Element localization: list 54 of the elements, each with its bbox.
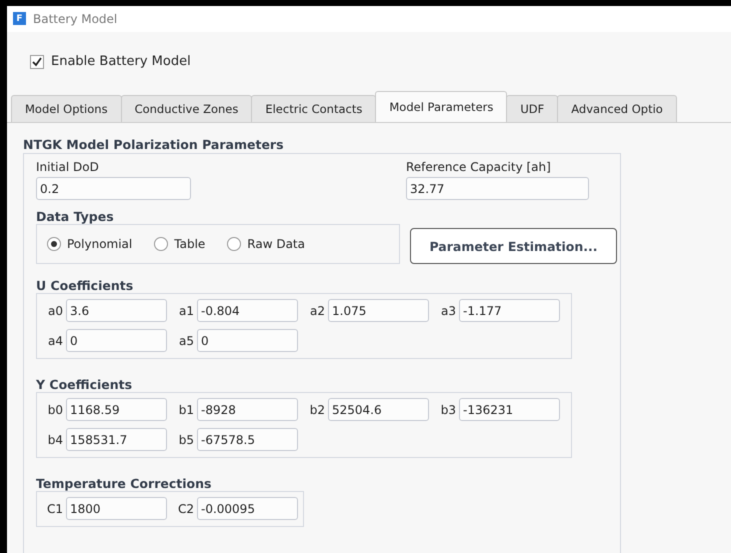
- field-label: a5: [178, 334, 194, 348]
- tab[interactable]: Advanced Optio: [557, 95, 677, 122]
- input-field[interactable]: 32.77: [406, 177, 589, 200]
- field-label: a0: [47, 304, 63, 318]
- radio-button[interactable]: [227, 237, 242, 251]
- tab[interactable]: Electric Contacts: [251, 95, 376, 122]
- group-title: Data Types: [36, 209, 115, 224]
- field-label: b5: [178, 432, 194, 446]
- tab[interactable]: Model Options: [11, 95, 122, 122]
- field-label: b4: [46, 432, 63, 446]
- app-icon: F: [13, 12, 26, 26]
- checkmark-icon: [32, 56, 42, 67]
- input-field[interactable]: 1168.59: [66, 398, 167, 421]
- radio-button[interactable]: [154, 237, 168, 251]
- input-field[interactable]: 0: [197, 329, 298, 352]
- input-field[interactable]: -1.177: [459, 299, 560, 322]
- section-title: NTGK Model Polarization Parameters: [23, 137, 285, 153]
- field-label: a3: [440, 304, 456, 318]
- input-field[interactable]: 52504.6: [328, 398, 429, 421]
- field-label: Reference Capacity [ah]: [406, 160, 552, 174]
- input-field[interactable]: 1800: [66, 497, 167, 520]
- input-field[interactable]: 158531.7: [66, 428, 167, 451]
- enable-checkbox[interactable]: [30, 54, 44, 69]
- radio-label: Table: [174, 237, 206, 251]
- radio-button[interactable]: [47, 237, 61, 251]
- input-field[interactable]: -67578.5: [197, 428, 298, 451]
- field-label: C2: [176, 502, 194, 516]
- field-label: b2: [308, 402, 325, 416]
- field-label: a4: [47, 334, 63, 348]
- field-label: b1: [178, 402, 194, 416]
- group-title: U Coefficients: [36, 278, 134, 293]
- input-field[interactable]: 1.075: [328, 299, 429, 322]
- input-field[interactable]: 0.2: [36, 177, 191, 200]
- input-field[interactable]: 3.6: [66, 299, 167, 322]
- radio-label: Polynomial: [67, 237, 132, 251]
- field-label: C1: [46, 502, 63, 516]
- tab[interactable]: Conductive Zones: [120, 95, 252, 122]
- parameter-estimation-button[interactable]: Parameter Estimation...: [410, 228, 617, 264]
- input-field[interactable]: -136231: [459, 398, 560, 421]
- radio-label: Raw Data: [247, 237, 305, 251]
- window-title: Battery Model: [33, 12, 118, 26]
- field-label: b0: [46, 402, 63, 416]
- input-field[interactable]: -8928: [197, 398, 298, 421]
- input-field[interactable]: 0: [66, 329, 167, 352]
- field-label: a1: [178, 304, 194, 318]
- field-label: Initial DoD: [36, 160, 100, 174]
- group-title: Y Coefficients: [36, 377, 134, 392]
- field-label: b3: [440, 402, 456, 416]
- input-field[interactable]: -0.804: [197, 299, 298, 322]
- input-field[interactable]: -0.00095: [197, 497, 298, 520]
- field-label: a2: [309, 304, 325, 318]
- tab[interactable]: UDF: [506, 95, 558, 122]
- group-title: Temperature Corrections: [36, 476, 212, 491]
- checkbox-label: Enable Battery Model: [51, 54, 191, 70]
